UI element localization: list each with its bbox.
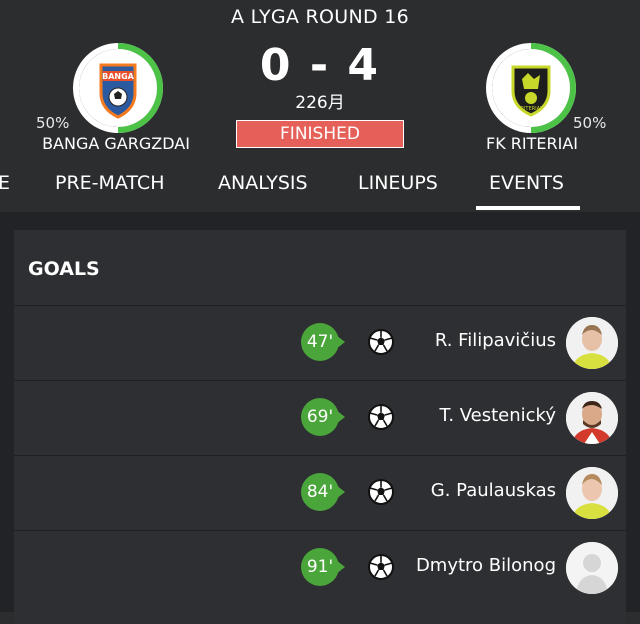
competition-round: A LYGA ROUND 16	[230, 6, 410, 28]
home-badge-text: BANGA	[102, 72, 135, 81]
goals-card: GOALS 47' R. Filipavičius 69' T. Vesteni…	[14, 230, 626, 624]
goal-row[interactable]: 47' R. Filipavičius	[14, 305, 626, 380]
player-avatar-placeholder[interactable]	[566, 542, 618, 594]
tab-pre-match[interactable]: PRE-MATCH	[55, 172, 164, 194]
soccer-ball-icon	[368, 329, 394, 355]
away-team-logo[interactable]: RITERIAI	[485, 42, 577, 134]
match-tabs: E PRE-MATCH ANALYSIS LINEUPS EVENTS	[0, 160, 640, 212]
match-score: 0 - 4	[259, 40, 381, 91]
match-status-badge: FINISHED	[236, 120, 404, 148]
events-content: GOALS 47' R. Filipavičius 69' T. Vesteni…	[0, 212, 640, 624]
goal-row[interactable]: 84' G. Paulauskas	[14, 455, 626, 530]
home-team-name[interactable]: BANGA GARGZDAI	[16, 134, 216, 153]
goal-scorer-name: R. Filipavičius	[434, 330, 556, 351]
match-date: 226月	[295, 93, 345, 113]
tab-lineups[interactable]: LINEUPS	[358, 172, 438, 194]
away-team-name[interactable]: FK RITERIAI	[432, 134, 632, 153]
player-avatar[interactable]	[566, 392, 618, 444]
riteriai-crest-icon: RITERIAI	[511, 65, 551, 117]
goal-minute-badge: 84'	[301, 473, 339, 511]
goal-scorer-name: Dmytro Bilonog	[415, 555, 556, 576]
player-avatar[interactable]	[566, 317, 618, 369]
goal-row[interactable]: 91' Dmytro Bilonog	[14, 530, 626, 605]
tab-truncated[interactable]: E	[0, 172, 10, 194]
home-team-logo[interactable]: BANGA	[72, 42, 164, 134]
tab-events[interactable]: EVENTS	[489, 172, 564, 194]
active-tab-indicator	[476, 206, 580, 210]
away-badge-text: RITERIAI	[520, 106, 541, 112]
goal-minute-badge: 91'	[301, 548, 339, 586]
goal-scorer-name: T. Vestenický	[439, 405, 556, 426]
minute-badge-pointer	[336, 410, 345, 424]
minute-badge-pointer	[336, 485, 345, 499]
player-avatar[interactable]	[566, 467, 618, 519]
minute-badge-pointer	[336, 335, 345, 349]
soccer-ball-icon	[368, 554, 394, 580]
soccer-ball-icon	[368, 404, 394, 430]
goal-scorer-name: G. Paulauskas	[430, 480, 556, 501]
goal-minute-badge: 47'	[301, 323, 339, 361]
home-possession-percent: 50%	[36, 114, 70, 132]
soccer-ball-icon	[368, 479, 394, 505]
away-possession-percent: 50%	[573, 114, 607, 132]
goals-section-title: GOALS	[28, 258, 100, 280]
banga-crest-icon: BANGA	[99, 63, 137, 119]
minute-badge-pointer	[336, 560, 345, 574]
tab-analysis[interactable]: ANALYSIS	[218, 172, 308, 194]
goal-row[interactable]: 69' T. Vestenický	[14, 380, 626, 455]
goal-minute-badge: 69'	[301, 398, 339, 436]
match-header: A LYGA ROUND 16 BANGA 50% BANGA GARGZDAI…	[0, 0, 640, 212]
